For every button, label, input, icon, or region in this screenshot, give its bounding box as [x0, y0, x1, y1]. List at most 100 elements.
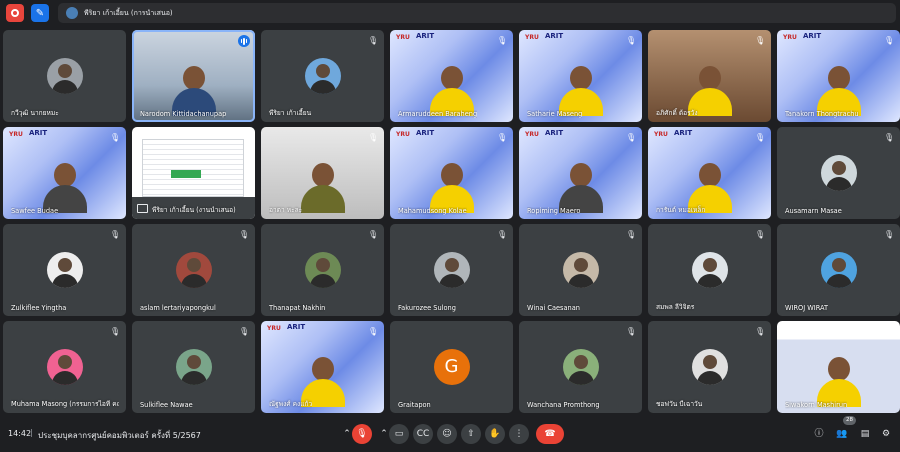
participant-tile[interactable]: YRU ARIT 🎙︎ Sawfee Budae	[3, 127, 126, 219]
participant-name: กวีวุฒิ นากยหมะ	[11, 109, 59, 117]
participant-tile[interactable]: YRU ARIT 🎙︎ Ropiming Maero	[519, 127, 642, 219]
mic-off-icon: 🎙︎	[110, 327, 121, 336]
participant-name: Mahamudsong Kolae	[398, 207, 467, 215]
video-feed	[429, 66, 474, 116]
participant-tile[interactable]: G Graitapon	[390, 321, 513, 413]
participant-name: Sawfee Budae	[11, 207, 59, 215]
mic-off-icon: 🎙︎	[626, 133, 637, 142]
participant-tile[interactable]: 🎙︎ Thanapat Nakhin	[261, 224, 384, 316]
logo-icon: YRU	[525, 131, 539, 138]
participant-tile[interactable]: YRU ARIT 🎙︎ Tanakorn Thongtrachu	[777, 30, 900, 122]
logo-icon: YRU	[9, 131, 23, 138]
participant-name: Fakurozee Sulong	[398, 304, 456, 312]
avatar	[562, 349, 599, 385]
participant-tile[interactable]: 🎙︎ Sulkiflee Nawae	[132, 321, 255, 413]
screen-share-tile[interactable]: พีริยา เก้าเอี้ยน (งานนำเสนอ)	[132, 127, 255, 219]
avatar	[691, 252, 728, 288]
video-feed	[42, 163, 87, 213]
participant-name: พีริยา เก้าเอี้ยน	[269, 109, 312, 117]
participant-name: พีริยา เก้าเอี้ยน (งานนำเสนอ)	[152, 206, 236, 214]
camera-toggle-button[interactable]: ▭	[389, 424, 409, 444]
video-feed	[816, 357, 861, 407]
participant-count-badge: 28	[843, 416, 856, 425]
mic-off-icon: 🎙︎	[368, 133, 379, 142]
participant-tile[interactable]: 🎙︎ aslam lertariyapongkul	[132, 224, 255, 316]
activities-icon[interactable]: ⚙	[879, 427, 893, 441]
info-icon[interactable]: ⓘ	[812, 427, 826, 441]
bottom-bar: 14:42 | ประชุมบุคลากรศูนย์คอมพิวเตอร์ คร…	[0, 418, 900, 452]
mic-off-icon: 🎙︎	[368, 230, 379, 239]
logo-icon: ARIT	[29, 129, 48, 137]
chat-icon[interactable]: ▤	[858, 427, 872, 441]
participant-tile[interactable]: 🎙︎ ชอฟวัน บีเฉาวัน	[648, 321, 771, 413]
emoji-button[interactable]: ☺	[437, 424, 457, 444]
more-options-button[interactable]: ⋮	[509, 424, 529, 444]
participant-tile[interactable]: 🎙︎ อาตา หะละ	[261, 127, 384, 219]
avatar	[433, 252, 470, 288]
participant-tile[interactable]: 🎙︎ Winai Caesanan	[519, 224, 642, 316]
participant-tile[interactable]: 🎙︎ Ausamarn Masae	[777, 127, 900, 219]
mic-off-icon: 🎙︎	[755, 133, 766, 142]
avatar	[304, 252, 341, 288]
participant-name: Sulkiflee Nawae	[140, 401, 193, 409]
participant-tile[interactable]: 🎙︎ อภิศักดิ์ ด้อรวัง	[648, 30, 771, 122]
participant-name: Armaruddeen Baraheng	[398, 110, 478, 118]
participant-tile[interactable]: YRU ARIT 🎙︎ Satharie Maseng	[519, 30, 642, 122]
participant-name: Ausamarn Masae	[785, 207, 842, 215]
participant-grid: กวีวุฒิ นากยหมะ Narodom Kittidachanupap …	[3, 30, 900, 413]
participant-tile[interactable]: กวีวุฒิ นากยหมะ	[3, 30, 126, 122]
participant-tile[interactable]: YRU ARIT 🎙︎ การันต์ หมอเหล็ก	[648, 127, 771, 219]
raise-hand-button[interactable]: ✋	[485, 424, 505, 444]
mic-off-icon: 🎙︎	[884, 133, 895, 142]
present-button[interactable]: ⇧	[461, 424, 481, 444]
mic-off-icon: 🎙︎	[497, 36, 508, 45]
participant-name: Tanakorn Thongtrachu	[785, 110, 859, 118]
participant-name: ณัฐพงศ์ คงแก้ว	[269, 400, 313, 408]
clock: 14:42	[8, 429, 32, 438]
whiteboard-icon[interactable]: ✎	[31, 4, 49, 22]
video-feed	[429, 163, 474, 213]
mic-off-icon: 🎙︎	[368, 36, 379, 45]
avatar	[46, 349, 83, 385]
participant-tile[interactable]: YRU ARIT 🎙︎ Mahamudsong Kolae	[390, 127, 513, 219]
participant-tile[interactable]: YRU ARIT 🎙︎ Armaruddeen Baraheng	[390, 30, 513, 122]
mic-toggle-button[interactable]: 🎙︎	[352, 424, 372, 444]
participant-tile[interactable]: 🎙︎ พีริยา เก้าเอี้ยน	[261, 30, 384, 122]
avatar	[820, 252, 857, 288]
participant-tile[interactable]: 🎙︎ สมพล ลีวิจิตร	[648, 224, 771, 316]
logo-icon: ARIT	[416, 32, 435, 40]
end-call-button[interactable]: ☎	[536, 424, 564, 444]
participant-tile[interactable]: YRU ARIT 🎙︎ ณัฐพงศ์ คงแก้ว	[261, 321, 384, 413]
mic-off-icon: 🎙︎	[110, 230, 121, 239]
record-icon[interactable]	[6, 4, 24, 22]
people-icon[interactable]: 👥	[835, 427, 849, 441]
avatar	[175, 252, 212, 288]
logo-icon: ARIT	[674, 129, 693, 137]
video-feed	[687, 163, 732, 213]
participant-tile[interactable]: 🎙︎ Wanchana Promthong	[519, 321, 642, 413]
mic-off-icon: 🎙︎	[884, 36, 895, 45]
captions-button[interactable]: CC	[413, 424, 433, 444]
participant-name: การันต์ หมอเหล็ก	[656, 206, 706, 214]
avatar-initial: G	[444, 356, 459, 377]
logo-icon: YRU	[654, 131, 668, 138]
participant-tile[interactable]: 🎙︎ Fakurozee Sulong	[390, 224, 513, 316]
presenter-bar[interactable]: พีริยา เก้าเอี้ยน (การนำเสนอ)	[58, 3, 896, 23]
avatar	[562, 252, 599, 288]
mic-off-icon: 🎙︎	[110, 133, 121, 142]
participant-tile[interactable]: Narodom Kittidachanupap	[132, 30, 255, 122]
participant-name: อาตา หะละ	[269, 206, 303, 214]
participant-name: Ropiming Maero	[527, 207, 581, 215]
presenter-avatar	[66, 7, 78, 19]
participant-name: อภิศักดิ์ ด้อรวัง	[656, 109, 698, 117]
participant-name: ชอฟวัน บีเฉาวัน	[656, 400, 703, 408]
logo-icon: ARIT	[416, 129, 435, 137]
mic-off-icon: 🎙︎	[755, 36, 766, 45]
participant-tile[interactable]: 🎙︎ Zulkiflee Yingtha	[3, 224, 126, 316]
top-bar: ✎ พีริยา เก้าเอี้ยน (การนำเสนอ)	[0, 0, 900, 26]
participant-tile[interactable]: 🎙︎ Muhama Masong (กรรมการไอที คณ...	[3, 321, 126, 413]
mic-off-icon: 🎙︎	[497, 133, 508, 142]
participant-tile[interactable]: 🎙︎ WIROJ WIRAT	[777, 224, 900, 316]
logo-icon: ARIT	[545, 32, 564, 40]
participant-tile[interactable]: 🎙︎ Siwakorn Mashirun	[777, 321, 900, 413]
